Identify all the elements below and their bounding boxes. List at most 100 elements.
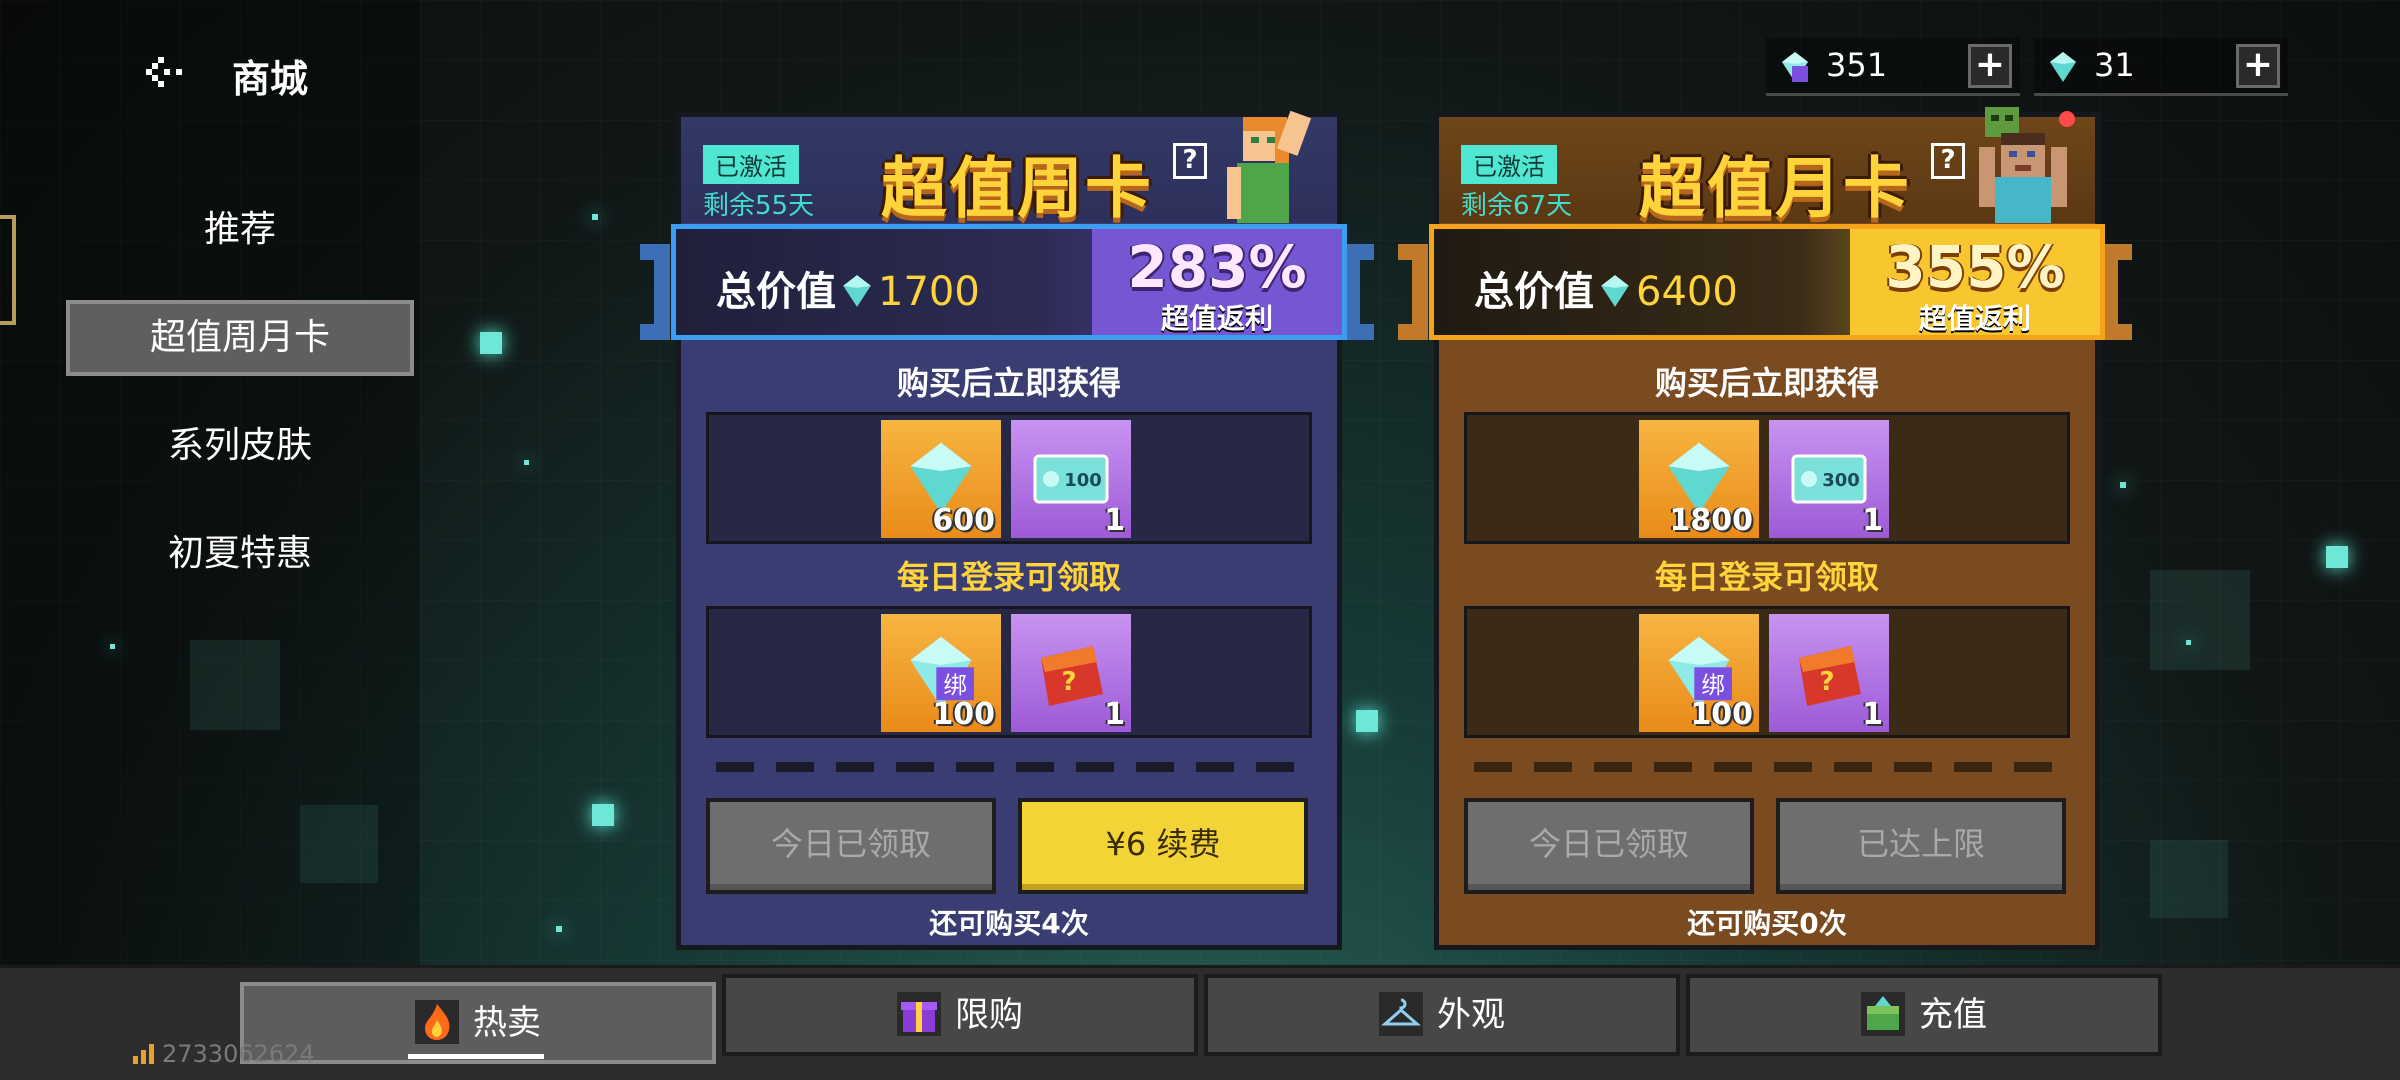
- gift-box-icon: [897, 992, 941, 1036]
- sidebar-item-summer-sale[interactable]: 初夏特惠: [66, 516, 414, 592]
- bg-cube: [2150, 840, 2228, 918]
- divider: [716, 762, 1302, 772]
- total-value-number: 6400: [1636, 269, 1738, 315]
- reward-bound-diamond[interactable]: 绑 100: [881, 614, 1001, 732]
- claimed-today-button[interactable]: 今日已领取: [706, 798, 996, 894]
- reward-lucky-bag[interactable]: ? 1: [1769, 614, 1889, 732]
- reward-count: 1: [1104, 503, 1125, 538]
- bg-cube: [300, 805, 378, 883]
- diamond-counter: 31 +: [2034, 38, 2288, 96]
- help-button[interactable]: ?: [1931, 143, 1965, 179]
- active-tab-indicator: [408, 1054, 544, 1059]
- bg-spark: [1356, 710, 1378, 732]
- rebate-label: 超值返利: [1160, 302, 1273, 335]
- renew-button[interactable]: ¥6 续费: [1018, 798, 1308, 894]
- bg-spark: [556, 926, 562, 932]
- signal-bars-icon: [133, 1044, 154, 1064]
- reward-count: 100: [1690, 697, 1753, 732]
- svg-text:?: ?: [1061, 667, 1076, 697]
- reward-bound-diamond[interactable]: 绑 100: [1639, 614, 1759, 732]
- sidebar-item-value-card[interactable]: 超值周月卡: [66, 300, 414, 376]
- tab-recharge[interactable]: 充值: [1686, 974, 2162, 1056]
- bg-spark: [592, 804, 614, 826]
- immediate-title: 购买后立即获得: [896, 364, 1121, 402]
- page-title: 商城: [232, 57, 309, 101]
- diamond-icon: [843, 275, 871, 307]
- daily-items-slot: 绑 100 ? 1: [706, 606, 1312, 738]
- bound-mark: 绑: [943, 671, 967, 699]
- hanger-icon: [1379, 992, 1423, 1036]
- fire-icon: [415, 1000, 459, 1044]
- user-id: 2733062624: [132, 1040, 315, 1068]
- alex-character-icon: [1227, 110, 1312, 223]
- lucky-bag-icon: ?: [1799, 646, 1861, 706]
- immediate-title: 购买后立即获得: [1654, 364, 1879, 402]
- tab-label: 限购: [955, 995, 1023, 1035]
- ticket-icon: 100: [1033, 454, 1109, 504]
- remaining-days: 剩余67天: [1461, 191, 1573, 221]
- diamond-value: 31: [2094, 46, 2135, 84]
- sidebar-item-recommend[interactable]: 推荐: [66, 192, 414, 268]
- lucky-bag-icon: ?: [1041, 646, 1103, 706]
- bg-spark: [110, 644, 115, 649]
- purchase-remaining: 还可购买4次: [929, 907, 1089, 940]
- total-value-bar: 总价值 6400 355% 超值返利: [1429, 224, 2105, 340]
- total-value-bar: 总价值 1700 283% 超值返利: [671, 224, 1347, 340]
- reward-lucky-bag[interactable]: ? 1: [1011, 614, 1131, 732]
- daily-items-slot: 绑 100 ? 1: [1464, 606, 2070, 738]
- reward-count: 1: [1862, 697, 1883, 732]
- limit-reached-button[interactable]: 已达上限: [1776, 798, 2066, 894]
- reward-diamond[interactable]: 600: [881, 420, 1001, 538]
- month-card: 已激活 剩余67天 超值月卡 ? 总价值 6400 355% 超值返利 购买后立即…: [1429, 107, 2105, 950]
- diamond-icon: [1601, 275, 1629, 307]
- divider: [1474, 762, 2060, 772]
- week-card-right-tab: [1344, 244, 1374, 340]
- daily-title: 每日登录可领取: [1654, 558, 1879, 596]
- reward-ticket[interactable]: 300 1: [1769, 420, 1889, 538]
- total-value-label: 总价值: [716, 269, 836, 315]
- tab-label: 外观: [1437, 995, 1505, 1035]
- immediate-items-slot: 600 100 1: [706, 412, 1312, 544]
- reward-count: 1800: [1669, 503, 1754, 538]
- tab-label: 充值: [1919, 995, 1987, 1035]
- add-bound-diamond-button[interactable]: +: [1968, 44, 2012, 88]
- total-value: 总价值 1700: [716, 259, 980, 317]
- svg-text:?: ?: [1819, 667, 1834, 697]
- bg-spark: [2120, 482, 2126, 488]
- rebate-percent: 355%: [1885, 233, 2065, 301]
- month-card-right-tab: [2102, 244, 2132, 340]
- rebate-box: 355% 超值返利: [1850, 229, 2100, 335]
- tab-appearance[interactable]: 外观: [1204, 974, 1680, 1056]
- ticket-icon: 300: [1791, 454, 1867, 504]
- immediate-items-slot: 1800 300 1: [1464, 412, 2070, 544]
- ticket-value: 300: [1822, 470, 1860, 491]
- reward-ticket[interactable]: 100 1: [1011, 420, 1131, 538]
- reward-diamond[interactable]: 1800: [1639, 420, 1759, 538]
- add-diamond-button[interactable]: +: [2236, 44, 2280, 88]
- help-button[interactable]: ?: [1173, 143, 1207, 179]
- rebate-box: 283% 超值返利: [1092, 229, 1342, 335]
- daily-title: 每日登录可领取: [896, 558, 1121, 596]
- bg-cube: [2150, 570, 2250, 670]
- back-arrow-icon[interactable]: [142, 52, 198, 92]
- bg-spark: [524, 460, 529, 465]
- tab-label: 热卖: [473, 1003, 541, 1043]
- reward-count: 600: [932, 503, 995, 538]
- user-id-value: 2733062624: [162, 1040, 315, 1068]
- card-title: 超值周卡: [881, 150, 1153, 227]
- month-card-left-tab: [1398, 244, 1428, 340]
- tab-limited[interactable]: 限购: [722, 974, 1198, 1056]
- left-edge-decoration: [0, 215, 16, 325]
- diamond-icon: [2050, 52, 2076, 82]
- bound-diamond-counter: 351 +: [1766, 38, 2020, 96]
- week-card: 已激活 剩余55天 超值周卡 ? 总价值 1700 283% 超值返利 购买后立即…: [671, 110, 1347, 950]
- bg-spark: [592, 214, 598, 220]
- total-value-number: 1700: [878, 269, 980, 315]
- claimed-today-button[interactable]: 今日已领取: [1464, 798, 1754, 894]
- status-badge: 已激活: [703, 145, 799, 184]
- chest-icon: [1861, 992, 1905, 1036]
- sidebar-item-series-skins[interactable]: 系列皮肤: [66, 408, 414, 484]
- reward-count: 1: [1862, 503, 1883, 538]
- card-title: 超值月卡: [1639, 150, 1911, 227]
- reward-count: 1: [1104, 697, 1125, 732]
